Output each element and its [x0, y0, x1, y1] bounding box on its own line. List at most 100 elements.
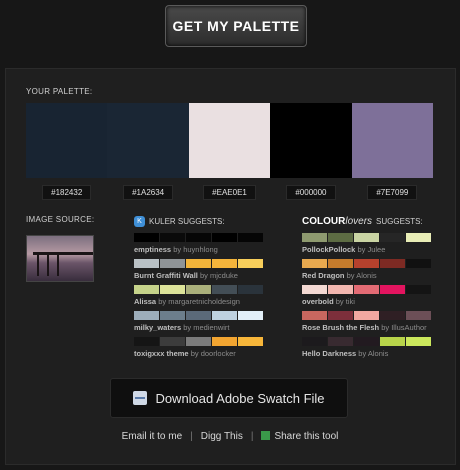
source-image-thumbnail[interactable] — [26, 235, 94, 282]
kuler-palette-title: emptiness — [134, 245, 172, 254]
colourlovers-palette-item[interactable]: Red Dragon by Alonis — [302, 259, 432, 280]
kuler-palette-item[interactable]: milky_waters by medienwirt — [134, 311, 264, 332]
download-swatch-button[interactable]: Download Adobe Swatch File — [110, 378, 348, 418]
palette-swatch-2[interactable] — [107, 103, 189, 178]
colourlovers-palette-title: Hello Darkness — [302, 349, 357, 358]
colourlovers-palette-title: overbold — [302, 297, 334, 306]
colourlovers-swatch — [302, 259, 327, 268]
kuler-author: medienwirt — [193, 323, 230, 332]
kuler-swatch — [160, 337, 185, 346]
kuler-swatch — [186, 311, 211, 320]
colourlovers-palette-name[interactable]: Hello Darkness by Alonis — [302, 349, 432, 358]
get-my-palette-button[interactable]: GET MY PALETTE — [165, 5, 307, 47]
kuler-color-strip[interactable] — [134, 311, 264, 320]
palette-swatches — [26, 103, 434, 178]
colourlovers-color-strip[interactable] — [302, 259, 432, 268]
colourlovers-author: Julee — [367, 245, 386, 254]
kuler-swatch — [212, 259, 237, 268]
kuler-by-label: by — [183, 323, 192, 332]
kuler-author: mjcduke — [210, 271, 238, 280]
kuler-swatch — [160, 311, 185, 320]
email-link[interactable]: Email it to me — [122, 431, 183, 442]
kuler-palette-name[interactable]: Alissa by margaretnicholdesign — [134, 297, 264, 306]
swatch-file-icon — [133, 391, 148, 405]
kuler-swatch — [212, 285, 237, 294]
palette-swatch-3[interactable] — [188, 103, 271, 178]
kuler-author: doorlocker — [200, 349, 236, 358]
palette-swatch-5[interactable] — [351, 103, 434, 178]
kuler-color-strip[interactable] — [134, 233, 264, 242]
colourlovers-palette-name[interactable]: overbold by tiki — [302, 297, 432, 306]
colourlovers-swatch — [354, 337, 379, 346]
colourlovers-swatch — [328, 233, 353, 242]
colourlovers-swatch — [354, 259, 379, 268]
kuler-swatch — [238, 259, 263, 268]
colourlovers-swatch — [302, 311, 327, 320]
colourlovers-header: COLOURlovers SUGGESTS: — [302, 214, 432, 228]
colourlovers-palette-name[interactable]: Rose Brush the Flesh by IllusAuthor — [302, 323, 432, 332]
palette-swatch-4[interactable] — [270, 103, 352, 178]
colourlovers-palette-name[interactable]: Red Dragon by Alonis — [302, 271, 432, 280]
kuler-swatch — [160, 233, 185, 242]
colourlovers-swatch — [328, 259, 353, 268]
colourlovers-color-strip[interactable] — [302, 337, 432, 346]
kuler-palette-name[interactable]: toxigxxx theme by doorlocker — [134, 349, 264, 358]
kuler-color-strip[interactable] — [134, 337, 264, 346]
kuler-swatch — [186, 259, 211, 268]
kuler-swatch — [186, 233, 211, 242]
kuler-palette-item[interactable]: Alissa by margaretnicholdesign — [134, 285, 264, 306]
kuler-icon: k — [134, 215, 145, 227]
kuler-palette-item[interactable]: Burnt Graffiti Wall by mjcduke — [134, 259, 264, 280]
colourlovers-swatch — [380, 285, 405, 294]
colourlovers-logo-main: COLOUR — [302, 215, 346, 227]
colourlovers-swatch — [380, 259, 405, 268]
colourlovers-palette-item[interactable]: PollockPollock by Julee — [302, 233, 432, 254]
palette-swatch-1[interactable] — [26, 103, 108, 178]
hex-code-3: #EAE0E1 — [203, 185, 256, 200]
share-icon — [261, 431, 271, 440]
kuler-swatch — [186, 337, 211, 346]
kuler-author: margaretnicholdesign — [168, 297, 240, 306]
colourlovers-color-strip[interactable] — [302, 311, 432, 320]
kuler-by-label: by — [173, 245, 182, 254]
colourlovers-palette-item[interactable]: Rose Brush the Flesh by IllusAuthor — [302, 311, 432, 332]
colourlovers-swatch — [328, 285, 353, 294]
pier-leg — [57, 254, 59, 276]
kuler-by-label: by — [199, 271, 208, 280]
colourlovers-palette-item[interactable]: Hello Darkness by Alonis — [302, 337, 432, 358]
kuler-palette-item[interactable]: toxigxxx theme by doorlocker — [134, 337, 264, 358]
kuler-author: huynhlong — [183, 245, 218, 254]
colourlovers-color-strip[interactable] — [302, 285, 432, 294]
kuler-list: emptiness by huynhlong Burnt Graffiti Wal… — [134, 233, 264, 358]
kuler-color-strip[interactable] — [134, 259, 264, 268]
kuler-swatch — [238, 337, 263, 346]
kuler-swatch — [134, 285, 159, 294]
hex-code-1: #182432 — [42, 185, 92, 200]
kuler-palette-item[interactable]: emptiness by huynhlong — [134, 233, 264, 254]
share-label: Share this tool — [274, 431, 339, 442]
colourlovers-palette-item[interactable]: overbold by tiki — [302, 285, 432, 306]
kuler-swatch — [238, 311, 263, 320]
colourlovers-palette-name[interactable]: PollockPollock by Julee — [302, 245, 432, 254]
kuler-palette-name[interactable]: Burnt Graffiti Wall by mjcduke — [134, 271, 264, 280]
colourlovers-by-label: by — [335, 297, 344, 306]
kuler-heading: KULER SUGGESTS: — [149, 216, 225, 226]
kuler-swatch — [212, 311, 237, 320]
kuler-palette-title: toxigxxx theme — [134, 349, 189, 358]
kuler-color-strip[interactable] — [134, 285, 264, 294]
share-link[interactable]: Share this tool — [261, 431, 338, 442]
kuler-palette-name[interactable]: emptiness by huynhlong — [134, 245, 264, 254]
kuler-swatch — [238, 233, 263, 242]
link-separator: | — [250, 431, 254, 442]
digg-link[interactable]: Digg This — [201, 431, 243, 442]
colourlovers-by-label: by — [346, 271, 355, 280]
kuler-swatch — [160, 259, 185, 268]
kuler-palette-name[interactable]: milky_waters by medienwirt — [134, 323, 264, 332]
colourlovers-swatch — [328, 311, 353, 320]
colourlovers-author: IllusAuthor — [391, 323, 427, 332]
colourlovers-swatch — [406, 259, 431, 268]
colourlovers-author: Alonis — [367, 349, 389, 358]
colourlovers-author: Alonis — [356, 271, 377, 280]
colourlovers-color-strip[interactable] — [302, 233, 432, 242]
kuler-swatch — [212, 337, 237, 346]
